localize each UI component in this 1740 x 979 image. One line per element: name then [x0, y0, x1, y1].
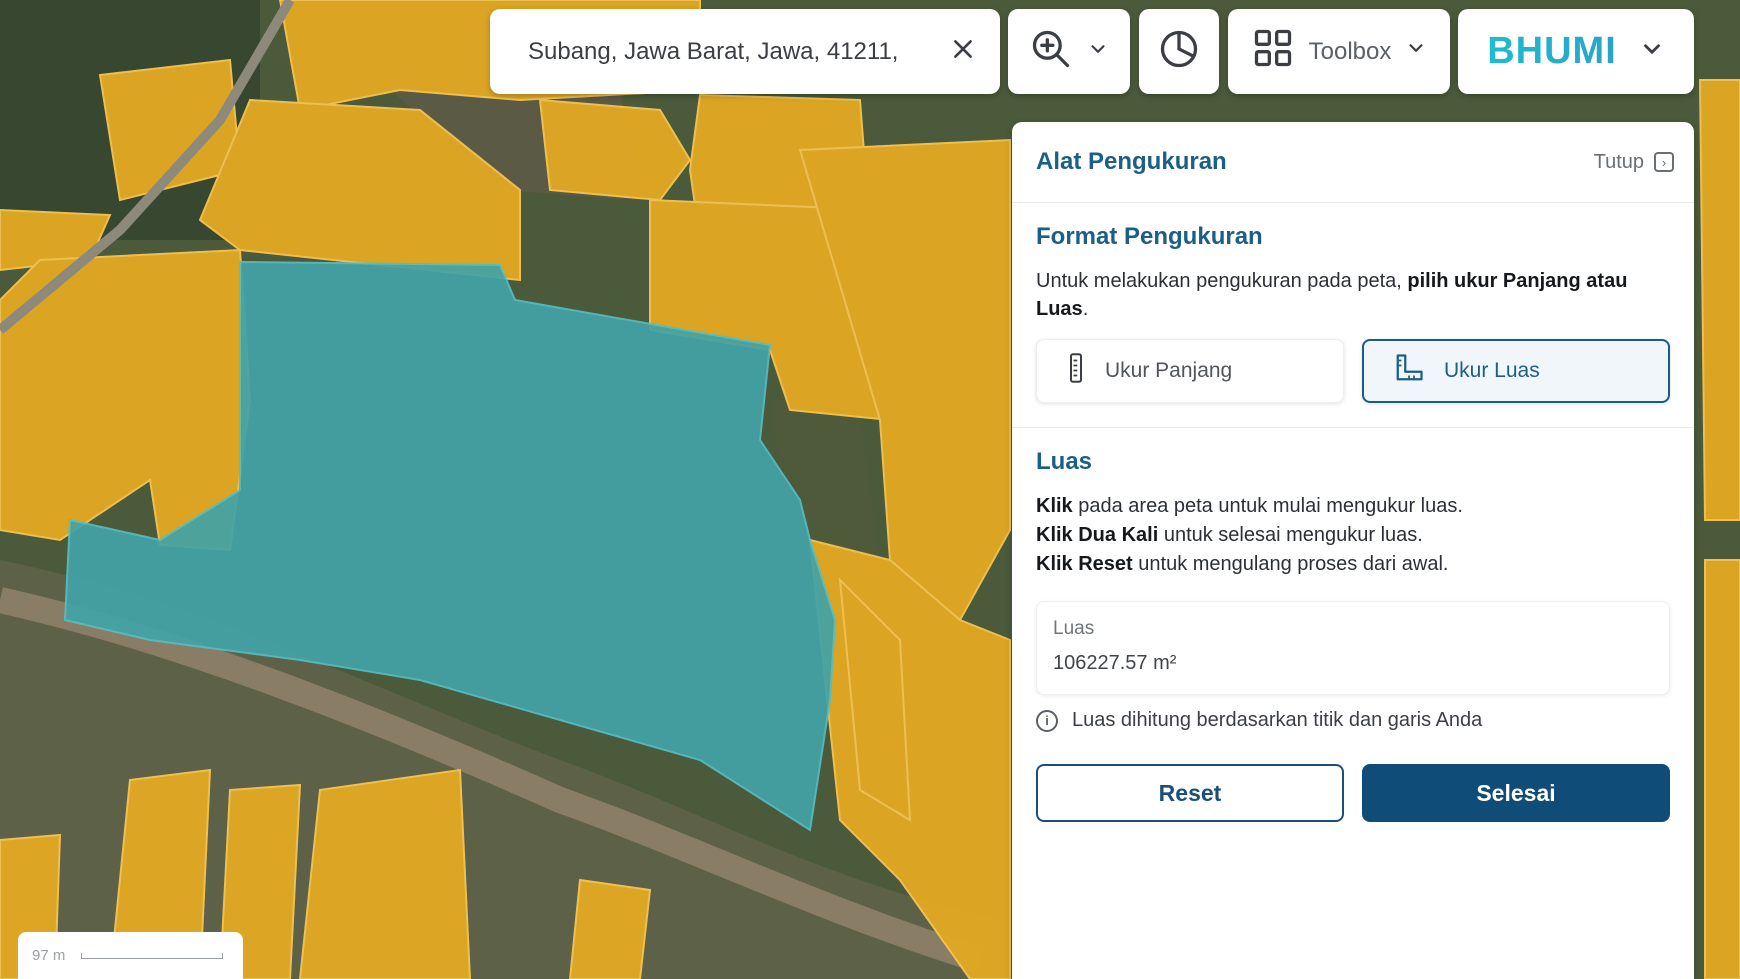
- clear-search-icon[interactable]: [950, 36, 976, 67]
- collapse-icon: ›: [1654, 152, 1674, 172]
- format-description: Untuk melakukan pengukuran pada peta, pi…: [1036, 270, 1628, 320]
- toolbox-dropdown-button[interactable]: Toolbox: [1228, 9, 1450, 94]
- area-result-label: Luas: [1053, 618, 1095, 639]
- brand-menu-button[interactable]: BHUMI: [1458, 9, 1694, 94]
- panel-title: Alat Pengukuran: [1036, 148, 1227, 175]
- bhumi-logo: BHUMI: [1487, 30, 1617, 72]
- search-bar: [490, 9, 1000, 94]
- toolbox-label: Toolbox: [1308, 37, 1392, 65]
- close-panel-button[interactable]: Tutup ›: [1594, 151, 1674, 174]
- area-section-title: Luas: [1036, 448, 1093, 475]
- instructions: Klik pada area peta untuk mulai mengukur…: [1036, 492, 1670, 579]
- ruler-icon: [1067, 353, 1085, 389]
- format-title: Format Pengukuran: [1036, 223, 1263, 250]
- instruction-line: Klik pada area peta untuk mulai mengukur…: [1036, 495, 1463, 517]
- area-icon: [1394, 353, 1424, 389]
- chevron-down-icon: [1639, 36, 1665, 67]
- chevron-down-icon: [1405, 37, 1427, 66]
- reset-button[interactable]: Reset: [1036, 764, 1344, 822]
- scale-line: [81, 952, 224, 959]
- measure-length-button[interactable]: Ukur Panjang: [1036, 339, 1344, 403]
- zoom-dropdown-button[interactable]: [1008, 9, 1130, 94]
- scale-label: 97 m: [32, 947, 66, 964]
- zoom-in-icon: [1029, 27, 1073, 76]
- panel-actions: Reset Selesai: [1036, 764, 1670, 822]
- measurement-mode-selector: Ukur Panjang Ukur Luas: [1036, 339, 1670, 403]
- search-input[interactable]: [526, 36, 950, 67]
- done-button[interactable]: Selesai: [1362, 764, 1670, 822]
- close-label: Tutup: [1593, 150, 1644, 173]
- info-note-text: Luas dihitung berdasarkan titik dan gari…: [1072, 709, 1483, 731]
- measure-length-label: Ukur Panjang: [1105, 359, 1233, 382]
- analysis-button[interactable]: [1139, 9, 1219, 94]
- chevron-down-icon: [1087, 38, 1109, 65]
- info-note: i Luas dihitung berdasarkan titik dan ga…: [1036, 709, 1670, 732]
- map-scale-bar: 97 m: [18, 932, 243, 979]
- info-icon: i: [1036, 709, 1058, 732]
- section-divider: [1012, 427, 1694, 428]
- pie-chart-icon: [1157, 27, 1201, 76]
- panel-header: Alat Pengukuran Tutup ›: [1012, 122, 1694, 203]
- area-result-value: 106227.57 m²: [1053, 652, 1177, 674]
- measure-area-button[interactable]: Ukur Luas: [1361, 339, 1670, 403]
- area-result-field: Luas 106227.57 m²: [1036, 601, 1670, 695]
- measure-area-label: Ukur Luas: [1443, 359, 1540, 382]
- grid-icon: [1251, 26, 1295, 77]
- measurement-panel: Alat Pengukuran Tutup › Format Pengukura…: [1012, 122, 1694, 979]
- instruction-line: Klik Dua Kali untuk selesai mengukur lua…: [1036, 524, 1423, 546]
- instruction-line: Klik Reset untuk mengulang proses dari a…: [1036, 553, 1449, 575]
